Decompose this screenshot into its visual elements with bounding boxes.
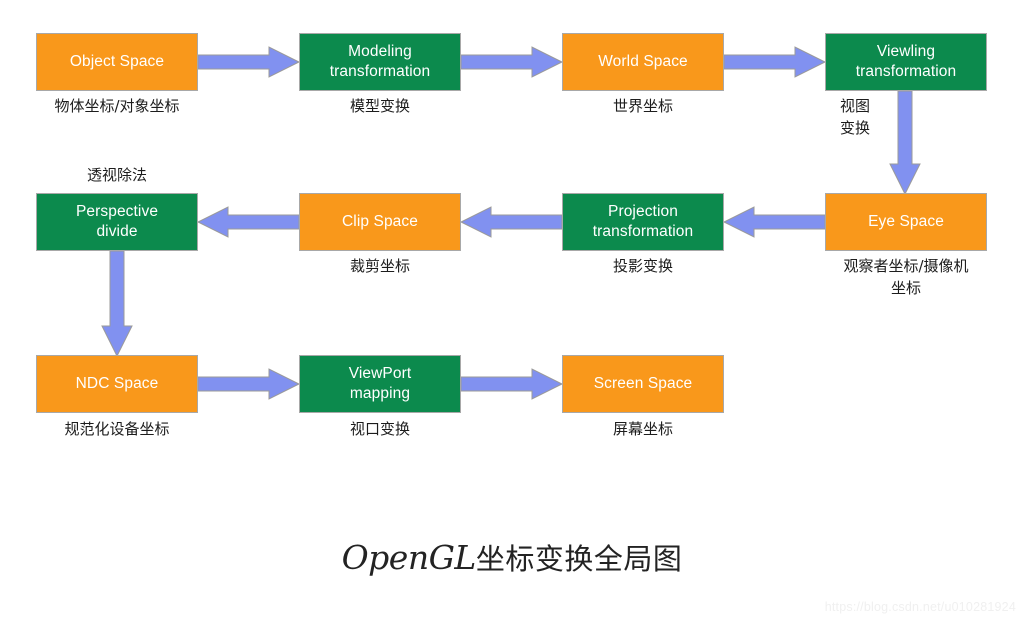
caption-object-space: 物体坐标/对象坐标 <box>54 97 180 115</box>
watermark: https://blog.csdn.net/u010281924 <box>824 600 1016 614</box>
arrow-projection-to-clip <box>459 206 563 238</box>
node-clip-space[interactable]: Clip Space <box>299 193 461 251</box>
node-label-line2: transformation <box>855 63 957 80</box>
node-projection-transformation[interactable]: Projection transformation <box>562 193 724 251</box>
caption-projection-transformation: 投影变换 <box>612 257 673 275</box>
arrow-world-to-viewing <box>723 46 827 78</box>
arrow-viewport-to-screen <box>460 368 564 400</box>
node-world-space[interactable]: World Space <box>562 33 724 91</box>
arrow-object-to-modeling <box>197 46 301 78</box>
node-label-line1: World Space <box>598 53 688 71</box>
caption-modeling-transformation: 模型变换 <box>349 97 410 115</box>
caption-perspective-divide-above: 透视除法 <box>86 166 147 184</box>
node-perspective-divide[interactable]: Perspective divide <box>36 193 198 251</box>
node-ndc-space[interactable]: NDC Space <box>36 355 198 413</box>
caption-line1: 视图 <box>839 97 870 115</box>
node-label-line2: transformation <box>592 223 694 240</box>
node-eye-space[interactable]: Eye Space <box>825 193 987 251</box>
node-label-line2: divide <box>96 223 138 240</box>
caption-screen-space: 屏幕坐标 <box>612 420 673 438</box>
arrow-eye-to-projection <box>722 206 826 238</box>
caption-eye-space: 观察者坐标/摄像机 坐标 <box>806 256 1006 300</box>
node-viewing-transformation[interactable]: Viewling transformation <box>825 33 987 91</box>
node-label-line2: mapping <box>349 385 411 402</box>
diagram-canvas: Object Space 物体坐标/对象坐标 Modeling transfor… <box>0 0 1024 625</box>
node-label-line1: Projection <box>608 203 678 221</box>
node-label-line1: Screen Space <box>593 375 693 393</box>
caption-ndc-space: 规范化设备坐标 <box>64 420 170 438</box>
figure-caption: OpenGL坐标变换全局图 <box>0 536 1024 578</box>
node-label-line1: Modeling <box>348 43 412 61</box>
node-label-line1: ViewPort <box>348 365 412 383</box>
node-label-line1: Clip Space <box>342 213 418 231</box>
node-label-line2: transformation <box>329 63 431 80</box>
node-label-line1: Perspective <box>75 203 159 221</box>
node-label-line1: Viewling <box>876 43 936 61</box>
arrow-clip-to-perspective <box>196 206 300 238</box>
caption-world-space: 世界坐标 <box>612 97 673 115</box>
node-label-line1: Object Space <box>69 53 165 71</box>
node-modeling-transformation[interactable]: Modeling transformation <box>299 33 461 91</box>
figure-caption-cn: 坐标变换全局图 <box>475 542 683 576</box>
caption-viewing-transformation: 视图 变换 <box>755 96 955 140</box>
arrow-ndc-to-viewport <box>197 368 301 400</box>
node-label-line1: Eye Space <box>868 213 944 231</box>
node-object-space[interactable]: Object Space <box>36 33 198 91</box>
caption-viewport-mapping: 视口变换 <box>349 420 410 438</box>
node-label-line1: NDC Space <box>75 375 159 393</box>
node-viewport-mapping[interactable]: ViewPort mapping <box>299 355 461 413</box>
caption-clip-space: 裁剪坐标 <box>349 257 410 275</box>
caption-line1: 观察者坐标/摄像机 <box>843 257 969 275</box>
figure-caption-latin: OpenGL <box>341 538 477 577</box>
caption-line2: 变换 <box>839 118 870 137</box>
caption-line2: 坐标 <box>890 278 921 297</box>
arrow-perspective-to-ndc <box>101 250 133 358</box>
node-screen-space[interactable]: Screen Space <box>562 355 724 413</box>
arrow-modeling-to-world <box>460 46 564 78</box>
